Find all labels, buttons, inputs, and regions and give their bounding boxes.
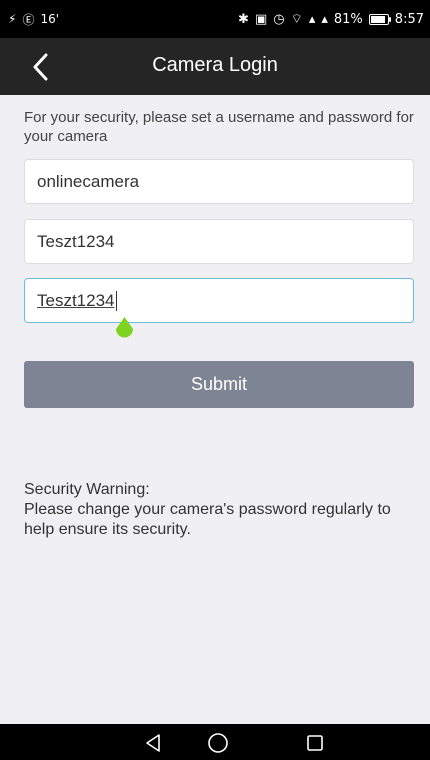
- warning-text: Please change your camera's password reg…: [24, 501, 391, 538]
- wifi-icon: ⌔: [290, 12, 303, 27]
- status-bar: ⚡ Ⓔ 16' ✱ ▣ ◷ ⌔ ▴ ▴ 81% 8:57: [0, 0, 430, 38]
- camera-login-screen: ⚡ Ⓔ 16' ✱ ▣ ◷ ⌔ ▴ ▴ 81% 8:57 Camera Logi…: [0, 0, 430, 760]
- back-triangle-icon: [146, 734, 160, 752]
- battery-fill: [370, 15, 386, 23]
- submit-label: Submit: [190, 374, 248, 394]
- nfc-icon: ▣: [254, 11, 268, 27]
- home-circle-icon: [208, 733, 228, 753]
- status-time: 8:57: [394, 11, 424, 27]
- signal-icon: ▴: [308, 11, 316, 27]
- security-prompt: For your security, please set a username…: [24, 109, 414, 145]
- status-left: ⚡ Ⓔ 16': [8, 9, 59, 29]
- password-field[interactable]: Teszt1234: [24, 219, 414, 264]
- recents-square-icon: [307, 735, 323, 751]
- battery-percent: 81%: [333, 11, 363, 27]
- security-warning: Security Warning: Please change your cam…: [24, 480, 419, 540]
- small-status-text: 16': [40, 12, 60, 26]
- alarm-icon: ◷: [273, 11, 285, 27]
- nav-back-button[interactable]: [141, 731, 165, 755]
- confirm-password-field[interactable]: Teszt1234: [24, 278, 414, 323]
- text-selection-handle-icon[interactable]: [113, 315, 136, 343]
- app-bar: Camera Login: [0, 38, 430, 95]
- password-value: Teszt1234: [37, 231, 115, 251]
- bluetooth-icon: ✱: [238, 11, 249, 27]
- battery-icon: [368, 13, 391, 25]
- navigation-bar: [0, 724, 430, 760]
- confirm-password-value: Teszt1234: [37, 290, 115, 310]
- warning-title: Security Warning:: [24, 481, 150, 498]
- status-right: ✱ ▣ ◷ ⌔ ▴ ▴ 81% 8:57: [238, 9, 424, 29]
- text-caret: [115, 290, 117, 311]
- username-value: onlinecamera: [37, 171, 140, 191]
- username-field[interactable]: onlinecamera: [24, 159, 414, 204]
- submit-button[interactable]: Submit: [24, 361, 414, 408]
- signal-icon: ▴: [321, 11, 328, 27]
- circle-e-icon: Ⓔ: [22, 12, 35, 27]
- nav-home-button[interactable]: [206, 731, 230, 755]
- flash-icon: ⚡: [8, 12, 17, 26]
- nav-recents-button[interactable]: [303, 731, 327, 755]
- page-title: Camera Login: [152, 54, 278, 76]
